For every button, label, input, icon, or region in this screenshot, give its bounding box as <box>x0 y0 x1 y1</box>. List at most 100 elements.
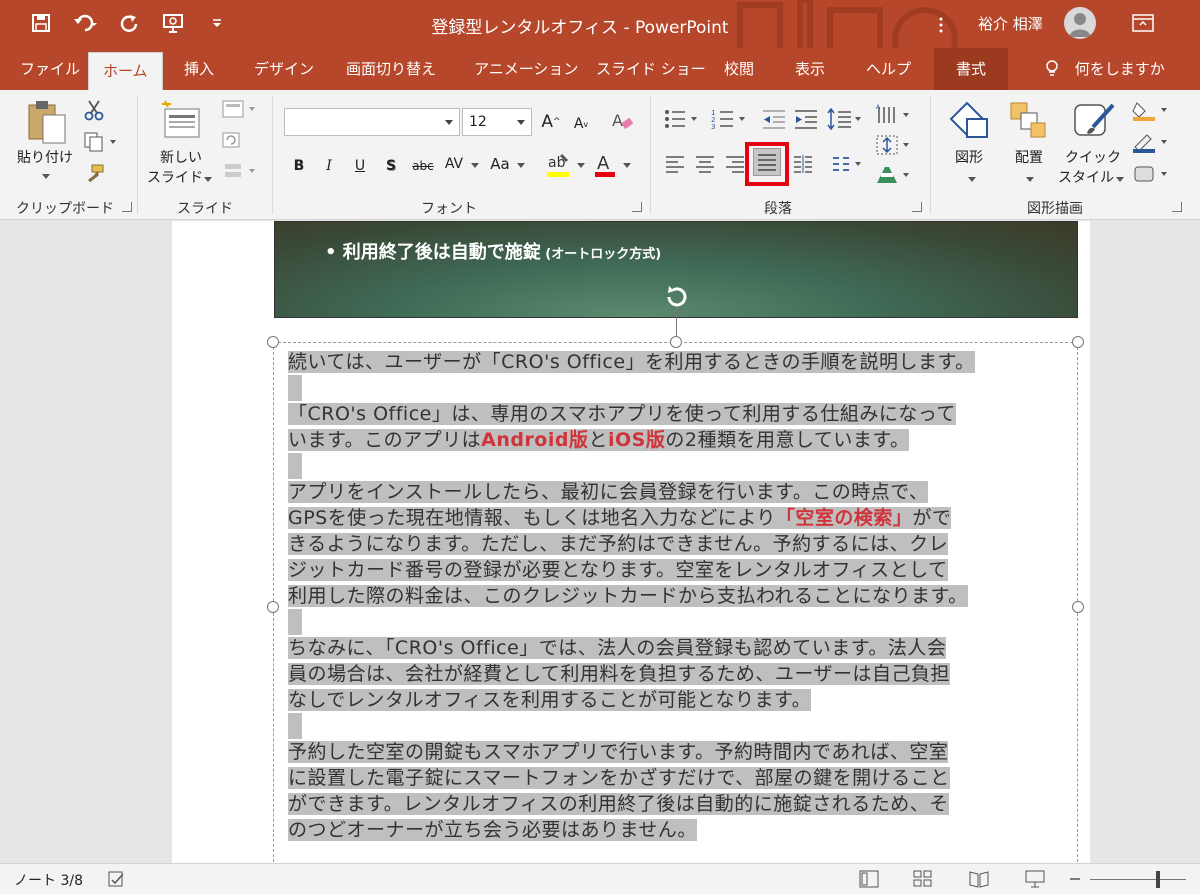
slide-sorter-icon[interactable] <box>912 869 934 889</box>
new-slide-label-line2[interactable]: スライド <box>146 168 204 188</box>
notes-page-view: • 利用終了後は自動で施錠 (オートロック方式) 続いては、ユーザーが「CRO'… <box>0 221 1200 863</box>
paste-icon[interactable] <box>22 98 72 146</box>
chevron-down-icon[interactable] <box>470 160 480 170</box>
slideshow-view-icon[interactable] <box>1024 869 1046 889</box>
resize-handle-top-left[interactable] <box>267 336 279 348</box>
zoom-slider-track[interactable] <box>1090 879 1186 880</box>
reading-view-icon[interactable] <box>968 869 990 889</box>
zoom-out-icon[interactable] <box>1068 870 1082 890</box>
paste-button-label[interactable]: 貼り付け <box>14 148 76 168</box>
clear-formatting-icon[interactable]: A <box>608 108 636 134</box>
notes-paragraph-3-line4: ジットカード番号の登録が必要となります。空室をレンタルオフィスとして <box>288 559 948 581</box>
quick-styles-icon[interactable] <box>1070 98 1118 142</box>
decrease-font-size-icon[interactable]: Av <box>570 112 592 136</box>
font-size-combo[interactable]: 12 <box>462 108 532 136</box>
resize-handle-left[interactable] <box>267 601 279 613</box>
paste-dropdown-icon[interactable] <box>38 170 54 182</box>
copy-icon[interactable] <box>82 130 120 154</box>
group-divider <box>137 96 138 214</box>
title-bar: 登録型レンタルオフィス - PowerPoint 裕介 相澤 <box>0 0 1200 90</box>
align-text-icon[interactable] <box>830 152 866 176</box>
reset-slide-icon[interactable] <box>220 130 244 152</box>
tell-me-label: 何をしますか <box>1074 60 1165 78</box>
user-avatar-icon[interactable] <box>1064 7 1096 39</box>
arrange-label[interactable]: 配置 <box>1002 148 1056 168</box>
highlight-color-icon[interactable]: ab <box>544 150 572 180</box>
tell-me-box[interactable]: 何をしますか <box>1044 48 1165 90</box>
smartart-icon[interactable] <box>874 162 914 188</box>
bold-button[interactable]: B <box>290 154 308 178</box>
drawing-launcher-icon[interactable] <box>1172 202 1182 212</box>
chevron-down-icon[interactable] <box>576 160 586 170</box>
notes-text[interactable]: 続いては、ユーザーが「CRO's Office」を利用するときの手順を説明します… <box>288 349 1078 843</box>
quick-styles-label-line1[interactable]: クイック <box>1060 148 1126 168</box>
more-options-icon[interactable] <box>928 12 954 38</box>
new-slide-dropdown-icon[interactable] <box>202 174 214 184</box>
ribbon-display-options-icon[interactable] <box>1130 12 1156 34</box>
underline-button[interactable]: U <box>351 154 369 178</box>
arrange-dropdown-icon[interactable] <box>1024 174 1036 184</box>
align-left-icon[interactable] <box>662 152 688 176</box>
bullets-icon[interactable] <box>662 106 706 132</box>
tab-slideshow[interactable]: スライド ショー <box>596 48 706 90</box>
new-slide-icon[interactable] <box>158 98 204 146</box>
character-spacing-button[interactable]: AV <box>440 152 468 176</box>
shape-effects-icon[interactable] <box>1130 162 1174 186</box>
resize-handle-top-right[interactable] <box>1072 336 1084 348</box>
increase-font-size-icon[interactable]: A ^ <box>540 110 562 134</box>
resize-handle-top[interactable] <box>670 336 682 348</box>
android-highlight-text: Android版 <box>481 429 589 451</box>
format-painter-icon[interactable] <box>82 162 106 186</box>
tab-format[interactable]: 書式 <box>934 48 1009 90</box>
strikethrough-button[interactable]: abc <box>408 154 438 178</box>
font-name-combo[interactable] <box>284 108 460 136</box>
paragraph-launcher-icon[interactable] <box>912 202 922 212</box>
tab-transitions[interactable]: 画面切り替え <box>346 48 436 90</box>
shapes-dropdown-icon[interactable] <box>966 174 978 184</box>
columns-icon[interactable] <box>790 152 816 176</box>
tab-help[interactable]: ヘルプ <box>866 48 911 90</box>
shapes-icon[interactable] <box>946 98 992 142</box>
tab-view[interactable]: 表示 <box>795 48 825 90</box>
numbering-icon[interactable]: 123 <box>710 106 754 132</box>
notes-text-run: と <box>588 429 608 451</box>
align-center-icon[interactable] <box>692 152 718 176</box>
decrease-indent-icon[interactable] <box>760 106 788 132</box>
increase-indent-icon[interactable] <box>792 106 820 132</box>
change-case-button[interactable]: Aa <box>486 152 514 176</box>
chevron-down-icon[interactable] <box>516 160 526 170</box>
tab-insert[interactable]: 挿入 <box>184 48 214 90</box>
shadow-button[interactable]: S <box>382 154 400 178</box>
chevron-down-icon[interactable] <box>622 160 632 170</box>
tab-review[interactable]: 校閲 <box>724 48 754 90</box>
layout-icon[interactable] <box>220 98 258 120</box>
tab-animations[interactable]: アニメーション <box>474 48 578 90</box>
font-color-icon[interactable]: A <box>592 150 618 180</box>
tab-design[interactable]: デザイン <box>254 48 314 90</box>
arrange-icon[interactable] <box>1006 98 1050 142</box>
group-label-paragraph: 段落 <box>764 201 792 217</box>
shape-outline-icon[interactable] <box>1130 130 1174 154</box>
quick-styles-dropdown-icon[interactable] <box>1114 174 1126 184</box>
spell-check-icon[interactable] <box>106 869 128 889</box>
shapes-label[interactable]: 図形 <box>942 148 996 168</box>
chevron-down-icon <box>517 120 525 125</box>
text-direction-icon[interactable]: A <box>874 102 914 128</box>
notes-paragraph-5-line1: 予約した空室の開錠もスマホアプリで行います。予約時間内であれば、空室 <box>288 741 949 763</box>
tab-home[interactable]: ホーム <box>88 52 163 90</box>
cut-icon[interactable] <box>82 98 106 122</box>
normal-view-icon[interactable] <box>858 869 880 889</box>
clipboard-launcher-icon[interactable] <box>122 202 132 212</box>
tab-file[interactable]: ファイル <box>20 48 80 90</box>
line-spacing-icon[interactable] <box>826 106 866 132</box>
font-launcher-icon[interactable] <box>632 202 642 212</box>
user-name[interactable]: 裕介 相澤 <box>978 13 1043 34</box>
rotate-handle-icon[interactable] <box>663 283 691 311</box>
new-slide-label-line1[interactable]: 新しい <box>150 148 212 168</box>
quick-styles-label-line2[interactable]: スタイル <box>1056 168 1116 188</box>
align-vertical-icon[interactable] <box>874 132 914 158</box>
italic-button[interactable]: I <box>320 154 338 178</box>
zoom-slider-thumb[interactable] <box>1156 871 1160 888</box>
shape-fill-icon[interactable] <box>1130 98 1174 122</box>
section-icon[interactable] <box>220 160 258 182</box>
